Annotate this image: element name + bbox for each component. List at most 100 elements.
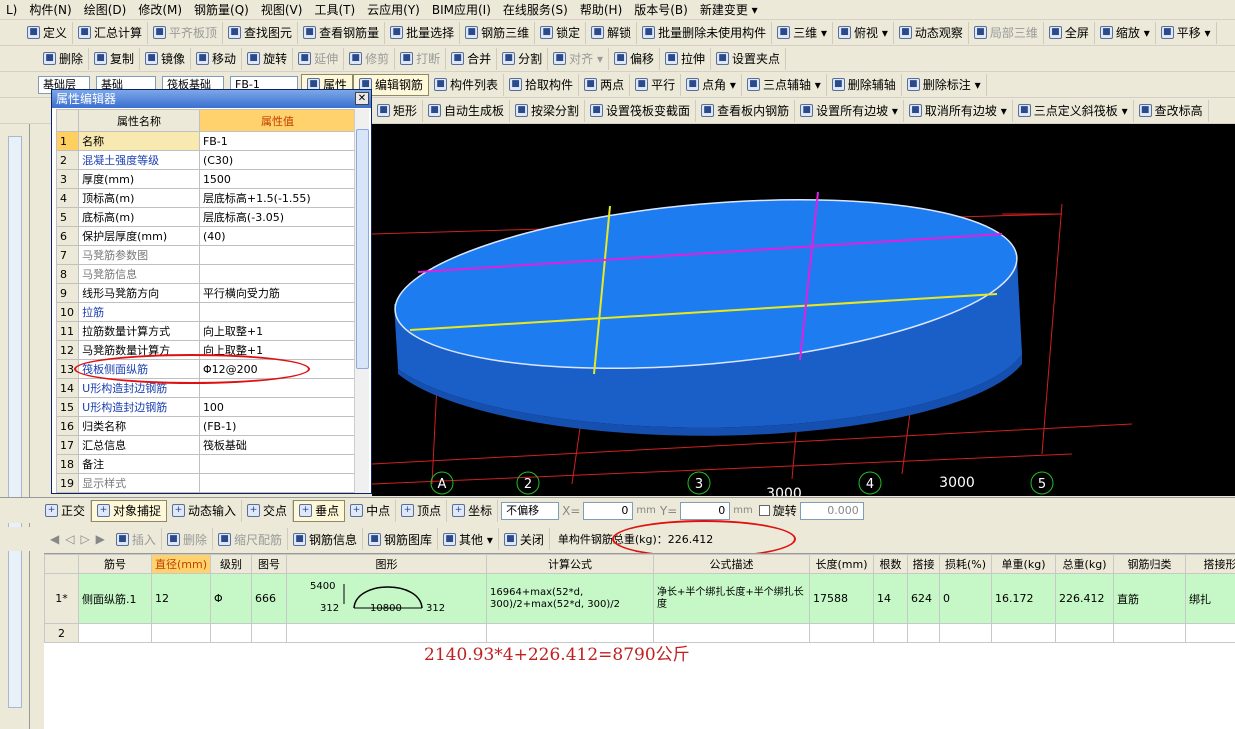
y-input[interactable]: 0 [680, 501, 731, 520]
menu-item-5[interactable]: 视图(V) [255, 0, 309, 19]
tb3-button-3[interactable]: ■ 拾取构件 [504, 73, 580, 96]
property-value[interactable]: 层底标高+1.5(-1.55) [198, 188, 357, 208]
tb2-button-3[interactable]: ■ 移动 [191, 47, 243, 70]
table-row[interactable]: 1* 侧面纵筋.1 12 Φ 666 5400 312 10800 312 16964+max(5… [44, 573, 1235, 624]
tb2-button-0[interactable]: ■ 删除 [38, 47, 90, 70]
menu-item-1[interactable]: 构件(N) [23, 0, 77, 19]
tb2-button-12[interactable]: ■ 拉伸 [660, 47, 712, 70]
cell-lap[interactable] [907, 623, 941, 643]
tb1-button-10[interactable]: ■ 三维 ▾ [772, 21, 833, 44]
tb2-button-8[interactable]: ■ 合并 [446, 47, 498, 70]
cell-len[interactable]: 17588 [809, 573, 875, 624]
menu-item-0[interactable]: L) [0, 0, 23, 19]
x-input[interactable]: 0 [583, 501, 634, 520]
snap-button-2[interactable]: + 动态输入 [167, 499, 243, 522]
cell-loss[interactable]: 0 [939, 573, 993, 624]
tb1-button-2[interactable]: ■ 平齐板顶 [148, 21, 224, 44]
cell-laptype[interactable] [1185, 623, 1235, 643]
cell-loss[interactable] [939, 623, 993, 643]
tb2-button-11[interactable]: ■ 偏移 [609, 47, 661, 70]
rebar-button-0[interactable]: ■ 插入 [111, 528, 162, 550]
rebar-button-6[interactable]: ■ 关闭 [499, 528, 550, 550]
tb4-button-3[interactable]: ■ 设置筏板变截面 [585, 99, 697, 122]
property-row[interactable]: 10 拉筋 [55, 302, 357, 322]
property-value[interactable] [198, 264, 357, 284]
menu-item-6[interactable]: 工具(T) [308, 0, 361, 19]
tb3-button-8[interactable]: ■ 删除辅轴 [827, 73, 902, 96]
property-row[interactable]: 17 汇总信息 筏板基础 [55, 435, 357, 455]
property-value[interactable] [198, 473, 357, 493]
tb2-button-6[interactable]: ■ 修剪 [344, 47, 396, 70]
tb4-button-6[interactable]: ■ 取消所有边坡 ▾ [904, 99, 1013, 122]
scrollbar[interactable] [8, 136, 22, 708]
tb3-button-5[interactable]: ■ 平行 [630, 73, 682, 96]
cell-count[interactable]: 14 [873, 573, 909, 624]
property-row[interactable]: 1 名称 FB-1 [55, 131, 357, 151]
tb1-button-13[interactable]: ■ 局部三维 [969, 21, 1044, 44]
tb4-button-7[interactable]: ■ 三点定义斜筏板 ▾ [1013, 99, 1134, 122]
tb3-button-7[interactable]: ■ 三点辅轴 ▾ [742, 73, 827, 96]
menu-item-9[interactable]: 在线服务(S) [497, 0, 574, 19]
snap-button-6[interactable]: + 顶点 [396, 499, 448, 522]
menu-item-3[interactable]: 修改(M) [132, 0, 188, 19]
tb1-button-14[interactable]: ■ 全屏 [1044, 21, 1095, 44]
tb2-button-9[interactable]: ■ 分割 [497, 47, 549, 70]
menu-item-10[interactable]: 帮助(H) [574, 0, 628, 19]
cell-laptype[interactable]: 绑扎 [1185, 573, 1235, 624]
offset-select[interactable]: 不偏移 [501, 501, 560, 520]
tb1-button-4[interactable]: ■ 查看钢筋量 [298, 21, 386, 44]
snap-button-0[interactable]: + 正交 [40, 499, 92, 522]
tb1-button-7[interactable]: ■ 锁定 [535, 21, 587, 44]
menu-item-7[interactable]: 云应用(Y) [361, 0, 426, 19]
tb2-button-13[interactable]: ■ 设置夹点 [711, 47, 787, 70]
cell-grade[interactable] [210, 623, 253, 643]
rotate-input[interactable]: 0.000 [799, 501, 864, 520]
snap-button-1[interactable]: + 对象捕捉 [91, 499, 168, 522]
cell-name[interactable]: 侧面纵筋.1 [78, 573, 152, 624]
menu-item-12[interactable]: 新建变更 ▾ [694, 0, 764, 19]
snap-button-3[interactable]: + 交点 [242, 499, 294, 522]
property-row[interactable]: 9 线形马凳筋方向 平行横向受力筋 [55, 283, 357, 303]
tb3-button-2[interactable]: ■ 构件列表 [429, 73, 505, 96]
rebar-button-1[interactable]: ■ 删除 [162, 528, 213, 550]
tb1-button-11[interactable]: ■ 俯视 ▾ [833, 21, 894, 44]
cell-total[interactable]: 226.412 [1055, 573, 1115, 624]
cell-cls[interactable] [1113, 623, 1187, 643]
property-value[interactable] [198, 302, 357, 322]
cell-desc[interactable]: 净长+半个绑扎长度+半个绑扎长度 [653, 573, 811, 624]
tb1-button-0[interactable]: ■ 定义 [22, 21, 74, 44]
tb3-button-9[interactable]: ■ 删除标注 ▾ [902, 73, 987, 96]
property-value[interactable]: (C30) [198, 150, 357, 170]
tb1-button-1[interactable]: ■ 汇总计算 [73, 21, 149, 44]
menu-item-4[interactable]: 钢筋量(Q) [188, 0, 255, 19]
tb2-button-7[interactable]: ■ 打断 [395, 47, 447, 70]
property-row[interactable]: 7 马凳筋参数图 [55, 245, 357, 265]
tb2-button-5[interactable]: ■ 延伸 [293, 47, 345, 70]
property-row[interactable]: 8 马凳筋信息 [55, 264, 357, 284]
property-value[interactable]: 层底标高(-3.05) [198, 207, 357, 227]
cell-dia[interactable]: 12 [150, 573, 212, 624]
snap-button-5[interactable]: + 中点 [345, 499, 397, 522]
rebar-button-3[interactable]: ■ 钢筋信息 [288, 528, 363, 550]
cell-cls[interactable]: 直筋 [1113, 573, 1187, 624]
cell-count[interactable] [873, 623, 909, 643]
3d-viewport[interactable]: A 2 3 4 5 3000 3000 [372, 124, 1235, 496]
tb3-button-6[interactable]: ■ 点角 ▾ [681, 73, 742, 96]
cell-total[interactable] [1055, 623, 1115, 643]
property-value[interactable] [198, 245, 357, 265]
menu-item-8[interactable]: BIM应用(I) [426, 0, 497, 19]
cell-fig[interactable]: 666 [251, 573, 288, 624]
property-scrollbar[interactable] [354, 109, 369, 493]
property-row[interactable]: 5 底标高(m) 层底标高(-3.05) [55, 207, 357, 227]
property-value[interactable] [198, 454, 357, 474]
snap-button-7[interactable]: + 坐标 [447, 499, 499, 522]
tb4-button-2[interactable]: ■ 按梁分割 [510, 99, 586, 122]
cell-formula[interactable]: 16964+max(52*d, 300)/2+max(52*d, 300)/2 [486, 573, 655, 624]
tb4-button-1[interactable]: ■ 自动生成板 [423, 99, 511, 122]
property-value[interactable]: 平行横向受力筋 [198, 283, 357, 303]
tb4-button-5[interactable]: ■ 设置所有边坡 ▾ [795, 99, 904, 122]
property-row[interactable]: 4 顶标高(m) 层底标高+1.5(-1.55) [55, 188, 357, 208]
property-row[interactable]: 18 备注 [55, 454, 357, 474]
property-value[interactable]: (40) [198, 226, 357, 246]
property-row[interactable]: 2 混凝土强度等级 (C30) [55, 150, 357, 170]
